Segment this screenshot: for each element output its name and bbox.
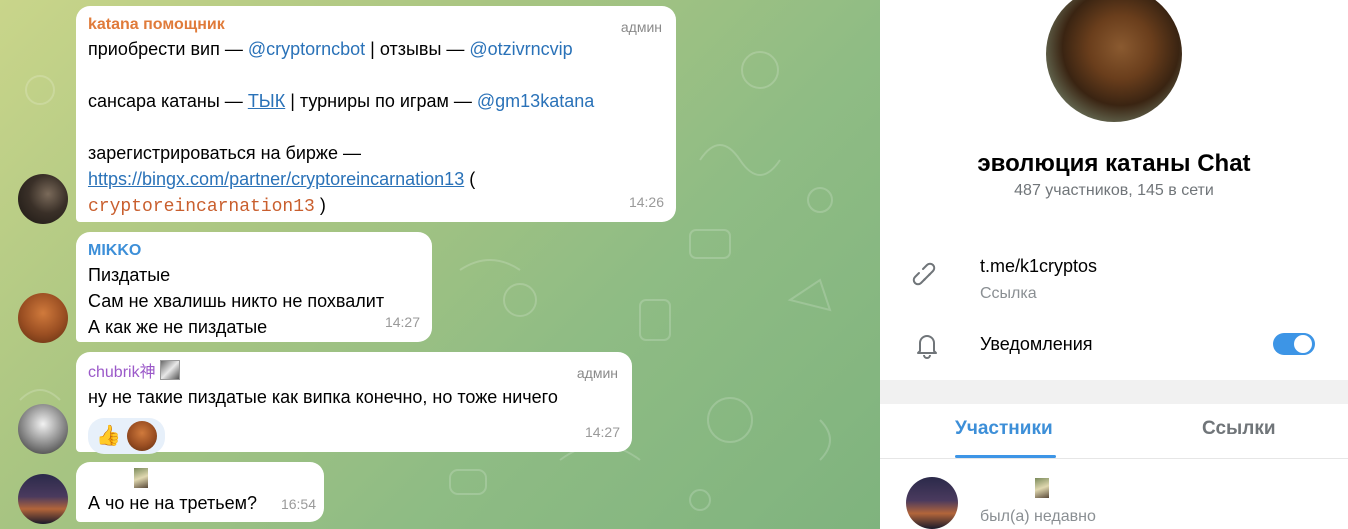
tabs-border (880, 458, 1348, 459)
sender-avatar[interactable] (18, 474, 68, 524)
message-line: cryptoreincarnation13 ) (88, 192, 664, 220)
group-info-panel: эволюция катаны Chat 487 участников, 145… (880, 0, 1348, 529)
mention-link[interactable]: @cryptorncbot (248, 39, 365, 59)
sender-avatar[interactable] (18, 404, 68, 454)
sender-avatar[interactable] (18, 174, 68, 224)
text: | турниры по играм — (285, 91, 477, 111)
message-line: ну не такие пиздатые как випка конечно, … (88, 387, 558, 407)
member-name-emoji-icon (1035, 478, 1049, 503)
message-line: А как же не пиздатые (88, 317, 268, 337)
message-line: Сам не хвалишь никто не похвалит (88, 291, 385, 311)
notifications-toggle[interactable] (1273, 333, 1315, 355)
reactor-avatar (126, 421, 157, 451)
message-bubble[interactable]: А чо не на третьем? 16:54 (76, 462, 324, 522)
message-time: 14:27 (384, 314, 420, 330)
group-link-label: Ссылка (980, 285, 1037, 302)
sender-avatar[interactable] (18, 293, 68, 343)
bell-icon (912, 330, 942, 360)
sender-emoji-icon (134, 468, 148, 488)
tab-links[interactable]: Ссылки (1202, 418, 1276, 440)
admin-badge: админ (620, 19, 662, 35)
admin-badge: админ (576, 365, 618, 381)
reactions-row: 👍 (88, 418, 620, 454)
sender-name-row: chubrik神 (88, 360, 620, 384)
text-link[interactable]: ТЫК (248, 91, 285, 111)
chat-area[interactable]: katana помощник админ приобрести вип — @… (0, 0, 880, 529)
sender-name[interactable]: chubrik神 (88, 364, 156, 381)
group-link[interactable]: t.me/k1cryptos (980, 256, 1097, 277)
group-title: эволюция катаны Chat (977, 150, 1251, 177)
message-time: 14:26 (628, 194, 664, 210)
text: ( (464, 169, 476, 189)
reaction-chip[interactable]: 👍 (88, 418, 165, 454)
member-status: был(а) недавно (980, 508, 1096, 525)
text: сансара катаны — (88, 91, 248, 111)
section-divider (880, 380, 1348, 404)
message-line: сансара катаны — ТЫК | турниры по играм … (88, 88, 664, 114)
group-avatar[interactable] (1046, 0, 1182, 122)
group-subtitle: 487 участников, 145 в сети (1014, 182, 1214, 199)
message-time: 16:54 (280, 496, 316, 512)
message-line: А чо не на третьем? (88, 493, 257, 513)
message-time: 14:27 (584, 424, 620, 440)
message-line: приобрести вип — @cryptorncbot | отзывы … (88, 36, 664, 62)
link-icon (912, 262, 942, 292)
thumbs-up-icon: 👍 (96, 425, 121, 447)
sender-name[interactable]: MIKKO (88, 240, 420, 262)
custom-emoji-icon (160, 360, 181, 380)
tab-members[interactable]: Участники (955, 418, 1053, 440)
text: приобрести вип — (88, 39, 248, 59)
message-line: Пиздатые (88, 265, 171, 285)
member-avatar[interactable] (906, 477, 958, 529)
notifications-label: Уведомления (980, 334, 1093, 354)
mention-link[interactable]: @gm13katana (477, 91, 594, 111)
message-line: зарегистрироваться на бирже — (88, 143, 361, 163)
message-line: https://bingx.com/partner/cryptoreincarn… (88, 166, 664, 192)
text: | отзывы — (365, 39, 470, 59)
mention-link[interactable]: @otzivrncvip (469, 39, 572, 59)
code-span[interactable]: cryptoreincarnation13 (88, 197, 315, 217)
sender-name-row (134, 468, 148, 495)
message-bubble[interactable]: katana помощник админ приобрести вип — @… (76, 6, 676, 222)
message-bubble[interactable]: MIKKO Пиздатые Сам не хвалишь никто не п… (76, 232, 432, 342)
sender-name[interactable]: katana помощник (88, 14, 664, 36)
message-bubble[interactable]: chubrik神 админ ну не такие пиздатые как … (76, 352, 632, 454)
text: ) (314, 195, 326, 215)
url-link[interactable]: https://bingx.com/partner/cryptoreincarn… (88, 169, 464, 189)
